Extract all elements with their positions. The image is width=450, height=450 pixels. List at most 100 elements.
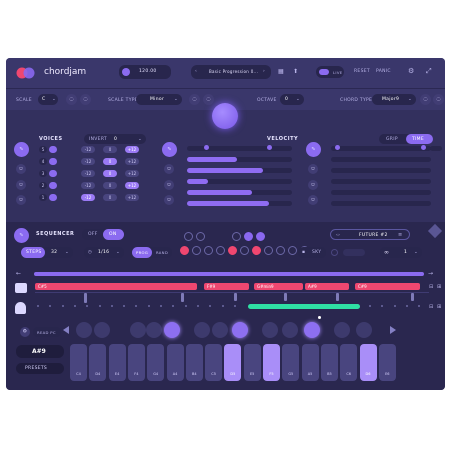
voice-octave-down[interactable]: -12 xyxy=(81,146,95,153)
piano-key-e5[interactable]: E5 xyxy=(243,344,261,381)
step-tick[interactable] xyxy=(172,305,175,307)
reset-button[interactable]: RESET xyxy=(354,69,370,74)
chord-pad[interactable] xyxy=(94,322,110,338)
step-tick[interactable] xyxy=(147,305,150,307)
step-tick[interactable] xyxy=(73,305,76,307)
chord-pad[interactable] xyxy=(232,322,248,338)
velocity-track[interactable] xyxy=(187,146,292,151)
sky-toggle[interactable]: ▪ SKY xyxy=(298,247,326,258)
menu-icon[interactable]: ≡ xyxy=(398,232,403,238)
velocity-handle-right[interactable] xyxy=(266,145,272,150)
rate-select[interactable]: ◷ 1/16 ⌄ xyxy=(84,247,124,258)
chord-pad[interactable] xyxy=(304,322,320,338)
sequencer-edit-button[interactable]: ✎ xyxy=(14,228,29,243)
step-circle[interactable] xyxy=(276,246,285,255)
prog-rand-toggle[interactable]: PROG RAND xyxy=(132,247,172,258)
step-tick[interactable] xyxy=(49,305,52,307)
step-circle[interactable] xyxy=(204,246,213,255)
chord-pad[interactable] xyxy=(334,322,350,338)
step-circle[interactable] xyxy=(192,246,201,255)
timing-edit-button[interactable]: ✎ xyxy=(306,142,321,157)
voice-octave-zero[interactable]: 0 xyxy=(103,182,117,189)
chord-pad[interactable] xyxy=(194,322,210,338)
step-circle[interactable] xyxy=(216,246,225,255)
voice-octave-up[interactable]: +12 xyxy=(125,170,139,177)
piano-key-d6[interactable]: D6 xyxy=(359,344,377,381)
piano-key-a4[interactable]: A4 xyxy=(166,344,184,381)
sync-icon[interactable] xyxy=(331,249,338,256)
scale-select[interactable]: C ⌄ xyxy=(38,94,58,105)
step-tick[interactable] xyxy=(37,305,39,307)
piano-key-d5[interactable]: D5 xyxy=(224,344,242,381)
scale-type-link-button[interactable]: ◌ xyxy=(203,94,214,105)
chord-type-select[interactable]: Major9 ⌄ xyxy=(372,94,416,105)
collapse-icon[interactable] xyxy=(427,223,443,239)
presets-button[interactable]: PRESETS xyxy=(16,363,64,374)
chord-link-button[interactable]: ◌ xyxy=(433,94,444,105)
step-tick[interactable] xyxy=(110,305,113,307)
piano-key-c6[interactable]: C6 xyxy=(340,344,358,381)
swing-control[interactable] xyxy=(343,249,365,256)
scale-type-select[interactable]: Minor ⌄ xyxy=(136,94,182,105)
voices-edit-button[interactable]: ✎ xyxy=(14,142,29,157)
chord-block[interactable]: A#9 xyxy=(305,283,349,290)
prev-preset-icon[interactable]: ‹ xyxy=(195,69,197,74)
voice-octave-zero[interactable]: 0 xyxy=(103,170,117,177)
panic-button[interactable]: PANIC xyxy=(376,69,391,74)
step-circle[interactable] xyxy=(184,232,193,241)
page-dot[interactable] xyxy=(318,316,321,319)
timing-track[interactable] xyxy=(331,201,431,206)
next-preset-icon[interactable]: › xyxy=(263,69,265,74)
repeat-select[interactable]: ∞ 1 ⌄ xyxy=(380,247,422,258)
voice-octave-down[interactable]: -12 xyxy=(81,158,95,165)
next-pads-icon[interactable] xyxy=(390,326,396,334)
sequencer-off[interactable]: OFF xyxy=(88,232,98,237)
tempo-field[interactable]: 120.00 xyxy=(119,65,171,79)
step-tick[interactable] xyxy=(135,305,138,307)
timing-track[interactable] xyxy=(331,179,431,184)
voice-octave-up[interactable]: +12 xyxy=(125,194,139,201)
step-velocity-bar[interactable] xyxy=(181,293,184,302)
pattern-selector[interactable]: ‹› FUTURE #2 ≡ xyxy=(330,229,410,240)
chord-pad[interactable] xyxy=(146,322,162,338)
step-circle[interactable] xyxy=(196,232,205,241)
read-pc-button[interactable]: READ PC xyxy=(33,327,61,337)
grip-time-toggle[interactable]: GRIP TIME xyxy=(379,134,433,144)
piano-key-d4[interactable]: D4 xyxy=(89,344,107,381)
chord-pad[interactable] xyxy=(282,322,298,338)
chord-block[interactable]: C#9 xyxy=(355,283,420,290)
step-tick[interactable] xyxy=(393,305,396,307)
chord-block[interactable]: F#9 xyxy=(204,283,249,290)
voice-toggle[interactable] xyxy=(49,146,57,153)
timing-copy-button[interactable]: ▫ xyxy=(308,180,318,190)
chord-pad[interactable] xyxy=(356,322,372,338)
gear-icon[interactable]: ⚙ xyxy=(408,67,415,75)
piano-key-b5[interactable]: B5 xyxy=(320,344,338,381)
velocity-handle-left[interactable] xyxy=(203,145,209,150)
arrow-right-icon[interactable]: → xyxy=(428,270,433,277)
voices-reset-button[interactable]: ▫ xyxy=(16,195,26,205)
voice-toggle[interactable] xyxy=(49,158,57,165)
step-circle[interactable] xyxy=(256,232,265,241)
prev-pads-icon[interactable] xyxy=(63,326,69,334)
step-tick[interactable] xyxy=(221,305,224,307)
timing-reset-button[interactable]: ▫ xyxy=(308,195,318,205)
step-velocity-bar[interactable] xyxy=(84,293,87,303)
piano-key-e4[interactable]: E4 xyxy=(108,344,126,381)
voice-octave-zero[interactable]: 0 xyxy=(103,146,117,153)
prev-pattern-icon[interactable]: ‹› xyxy=(336,233,340,238)
piano-key-c4[interactable]: C4 xyxy=(70,344,87,381)
step-circle[interactable] xyxy=(264,246,273,255)
lane2-remove-icon[interactable]: ⊟ xyxy=(429,304,434,310)
step-velocity-bar[interactable] xyxy=(234,293,237,301)
ghost-icon[interactable] xyxy=(15,302,26,314)
step-circle[interactable] xyxy=(252,246,261,255)
lane2-add-icon[interactable]: ⊞ xyxy=(437,304,442,310)
arrow-left-icon[interactable]: ← xyxy=(16,270,21,277)
step-velocity-bar[interactable] xyxy=(411,293,414,301)
piano-key-a5[interactable]: A5 xyxy=(301,344,319,381)
piano-key-g4[interactable]: G4 xyxy=(147,344,165,381)
voice-octave-zero[interactable]: 0 xyxy=(103,158,117,165)
voice-toggle[interactable] xyxy=(49,194,57,201)
step-tick[interactable] xyxy=(381,305,384,307)
